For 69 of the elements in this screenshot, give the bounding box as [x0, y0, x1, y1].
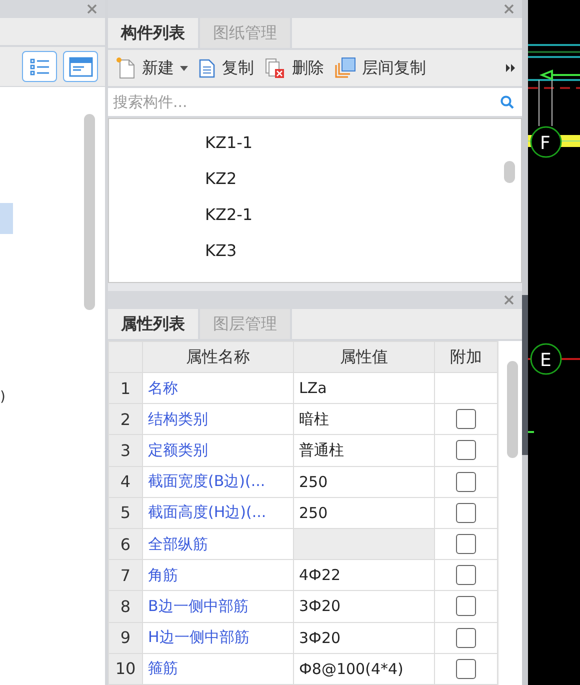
- property-value[interactable]: 250: [294, 497, 434, 528]
- component-item[interactable]: KZ2: [109, 161, 521, 197]
- row-number: 1: [108, 372, 142, 404]
- property-value[interactable]: 250: [294, 466, 434, 498]
- cad-drawing[interactable]: F E: [528, 0, 580, 685]
- component-item[interactable]: KZ1-1: [109, 125, 521, 161]
- property-name: B边一侧中部筋: [142, 590, 294, 622]
- property-name: 箍筋: [142, 653, 294, 684]
- axis-label: E: [540, 350, 552, 371]
- search-icon: [500, 95, 514, 109]
- search-field[interactable]: 搜索构件...: [111, 92, 500, 112]
- column-header: 属性值: [294, 342, 434, 372]
- checkbox[interactable]: [456, 628, 476, 648]
- row-number: 10: [108, 653, 142, 684]
- property-value[interactable]: LZa: [294, 372, 434, 404]
- property-name: 结构类别: [142, 404, 294, 435]
- more-icon[interactable]: [506, 64, 516, 72]
- tree-item-text: ): [0, 389, 6, 405]
- property-name: 名称: [142, 372, 294, 404]
- row-number: 6: [108, 528, 142, 560]
- list-view-button[interactable]: [22, 51, 57, 82]
- row-number: 4: [108, 466, 142, 498]
- toolbar-button[interactable]: 层间复制: [334, 57, 426, 79]
- scrollbar[interactable]: [507, 361, 518, 458]
- property-name: 截面高度(H边)(...: [142, 497, 294, 528]
- layers-copy-icon: [334, 57, 356, 79]
- list-icon: [30, 58, 50, 76]
- row-number: 2: [108, 404, 142, 435]
- toolbar-button[interactable]: 删除: [264, 57, 324, 79]
- form-view-button[interactable]: [63, 51, 98, 82]
- property-value[interactable]: 4Ф22: [294, 560, 434, 591]
- window-icon: [68, 56, 92, 76]
- property-value[interactable]: Ф8@100(4*4): [294, 653, 434, 684]
- property-value[interactable]: 暗柱: [294, 404, 434, 435]
- property-value[interactable]: 3Ф20: [294, 622, 434, 654]
- row-number: 9: [108, 622, 142, 654]
- checkbox[interactable]: [456, 440, 476, 460]
- row-highlight: [0, 203, 13, 234]
- toolbar-button[interactable]: 复制: [198, 57, 254, 79]
- row-number: 3: [108, 434, 142, 466]
- checkbox[interactable]: [456, 534, 476, 554]
- row-number: 5: [108, 497, 142, 528]
- scrollbar[interactable]: [84, 114, 95, 310]
- caret-icon: [180, 66, 188, 70]
- document-icon: [198, 57, 216, 79]
- checkbox[interactable]: [456, 658, 476, 679]
- row-number: 8: [108, 590, 142, 622]
- checkbox[interactable]: [456, 596, 476, 616]
- column-header: 附加: [434, 342, 498, 372]
- axis-label: F: [540, 133, 550, 154]
- property-name: 截面宽度(B边)(...: [142, 466, 294, 498]
- component-item[interactable]: KZ3: [109, 233, 521, 269]
- column-header: 属性名称: [142, 342, 294, 372]
- component-item[interactable]: KZ2-1: [109, 197, 521, 233]
- property-name: 角筋: [142, 560, 294, 591]
- checkbox[interactable]: [456, 502, 476, 523]
- checkbox[interactable]: [456, 565, 476, 586]
- property-value[interactable]: 普通柱: [294, 434, 434, 466]
- checkbox[interactable]: [456, 409, 476, 430]
- property-name: 全部纵筋: [142, 528, 294, 560]
- property-value[interactable]: 3Ф20: [294, 590, 434, 622]
- checkbox[interactable]: [456, 472, 476, 492]
- scrollbar[interactable]: [504, 161, 515, 183]
- property-name: H边一侧中部筋: [142, 622, 294, 654]
- property-name: 定额类别: [142, 434, 294, 466]
- toolbar-button[interactable]: 新建: [116, 57, 188, 79]
- delete-document-icon: [264, 57, 286, 79]
- new-document-icon: [116, 57, 136, 79]
- row-number: 7: [108, 560, 142, 591]
